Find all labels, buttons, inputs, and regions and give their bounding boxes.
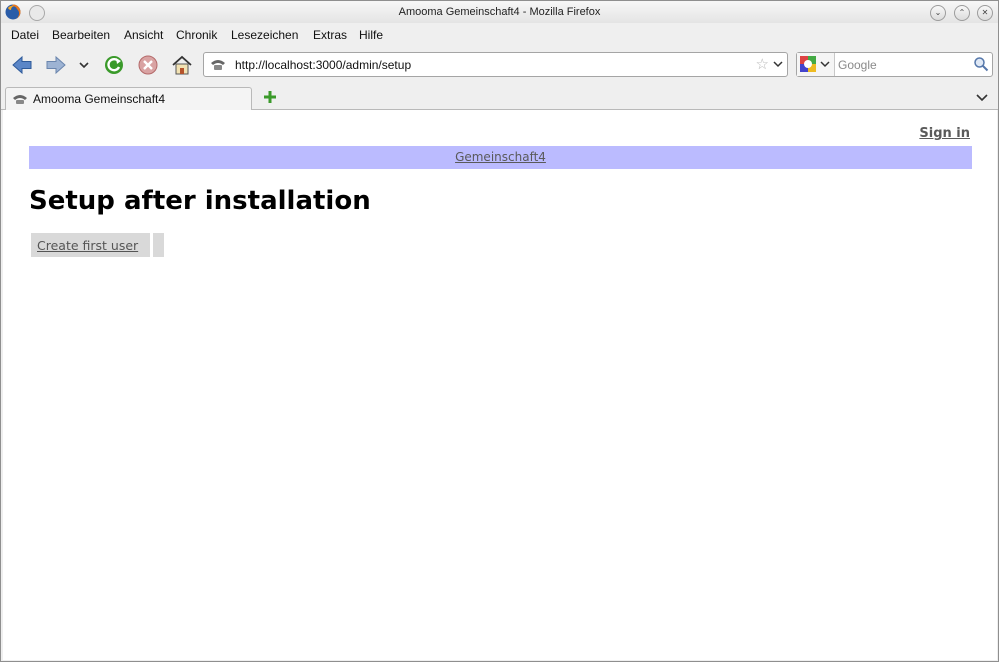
title-bar: Amooma Gemeinschaft4 - Mozilla Firefox ⌄… (1, 1, 998, 23)
actions-spacer (153, 233, 164, 257)
reload-icon[interactable] (102, 53, 126, 77)
search-bar[interactable]: Google (796, 52, 993, 77)
search-engine-selector[interactable] (797, 53, 835, 76)
tab-label: Amooma Gemeinschaft4 (33, 92, 166, 106)
menu-hilfe[interactable]: Hilfe (359, 28, 383, 42)
tab-amooma[interactable]: Amooma Gemeinschaft4 (5, 87, 252, 110)
browser-window: Amooma Gemeinschaft4 - Mozilla Firefox ⌄… (0, 0, 999, 662)
url-bar[interactable]: http://localhost:3000/admin/setup ☆ (203, 52, 788, 77)
close-button[interactable]: ✕ (977, 5, 993, 21)
resize-grip[interactable]: ⋮ (995, 326, 998, 336)
menu-ansicht[interactable]: Ansicht (124, 28, 163, 42)
url-text[interactable]: http://localhost:3000/admin/setup (235, 58, 411, 72)
create-first-user-link[interactable]: Create first user (37, 238, 138, 253)
google-logo-icon (800, 56, 816, 72)
url-dropdown-icon[interactable] (773, 57, 783, 71)
menu-bar: Datei Bearbeiten Ansicht Chronik Lesezei… (1, 24, 998, 45)
forward-icon[interactable] (44, 53, 68, 77)
home-icon[interactable] (170, 53, 194, 77)
site-identity-icon[interactable] (209, 57, 227, 71)
window-title: Amooma Gemeinschaft4 - Mozilla Firefox (398, 6, 601, 18)
menu-lesezeichen[interactable]: Lesezeichen (231, 28, 298, 42)
search-input[interactable]: Google (838, 58, 877, 72)
chevron-down-icon (820, 61, 830, 68)
menu-chronik[interactable]: Chronik (176, 28, 217, 42)
back-icon[interactable] (10, 53, 34, 77)
minimize-button[interactable]: ⌄ (930, 5, 946, 21)
stop-icon[interactable] (136, 53, 160, 77)
brand-link[interactable]: Gemeinschaft4 (29, 150, 972, 164)
create-first-user-button[interactable]: Create first user (31, 233, 150, 257)
tab-favicon-icon (13, 95, 27, 104)
menu-extras[interactable]: Extras (313, 28, 347, 42)
page-content: Sign in Gemeinschaft4 Setup after instal… (3, 110, 997, 660)
history-dropdown-icon[interactable] (77, 53, 91, 77)
new-tab-icon[interactable] (262, 89, 278, 105)
brand-bar: Gemeinschaft4 (29, 146, 972, 169)
menu-bearbeiten[interactable]: Bearbeiten (52, 28, 110, 42)
bookmark-star-icon[interactable]: ☆ (756, 55, 769, 73)
tab-bar: Amooma Gemeinschaft4 (1, 85, 998, 110)
tab-list-chevron-icon[interactable] (976, 91, 988, 103)
search-icon[interactable] (973, 56, 989, 72)
maximize-button[interactable]: ⌃ (954, 5, 970, 21)
page-title: Setup after installation (29, 186, 371, 216)
menu-datei[interactable]: Datei (11, 28, 39, 42)
sign-in-link[interactable]: Sign in (919, 126, 970, 141)
